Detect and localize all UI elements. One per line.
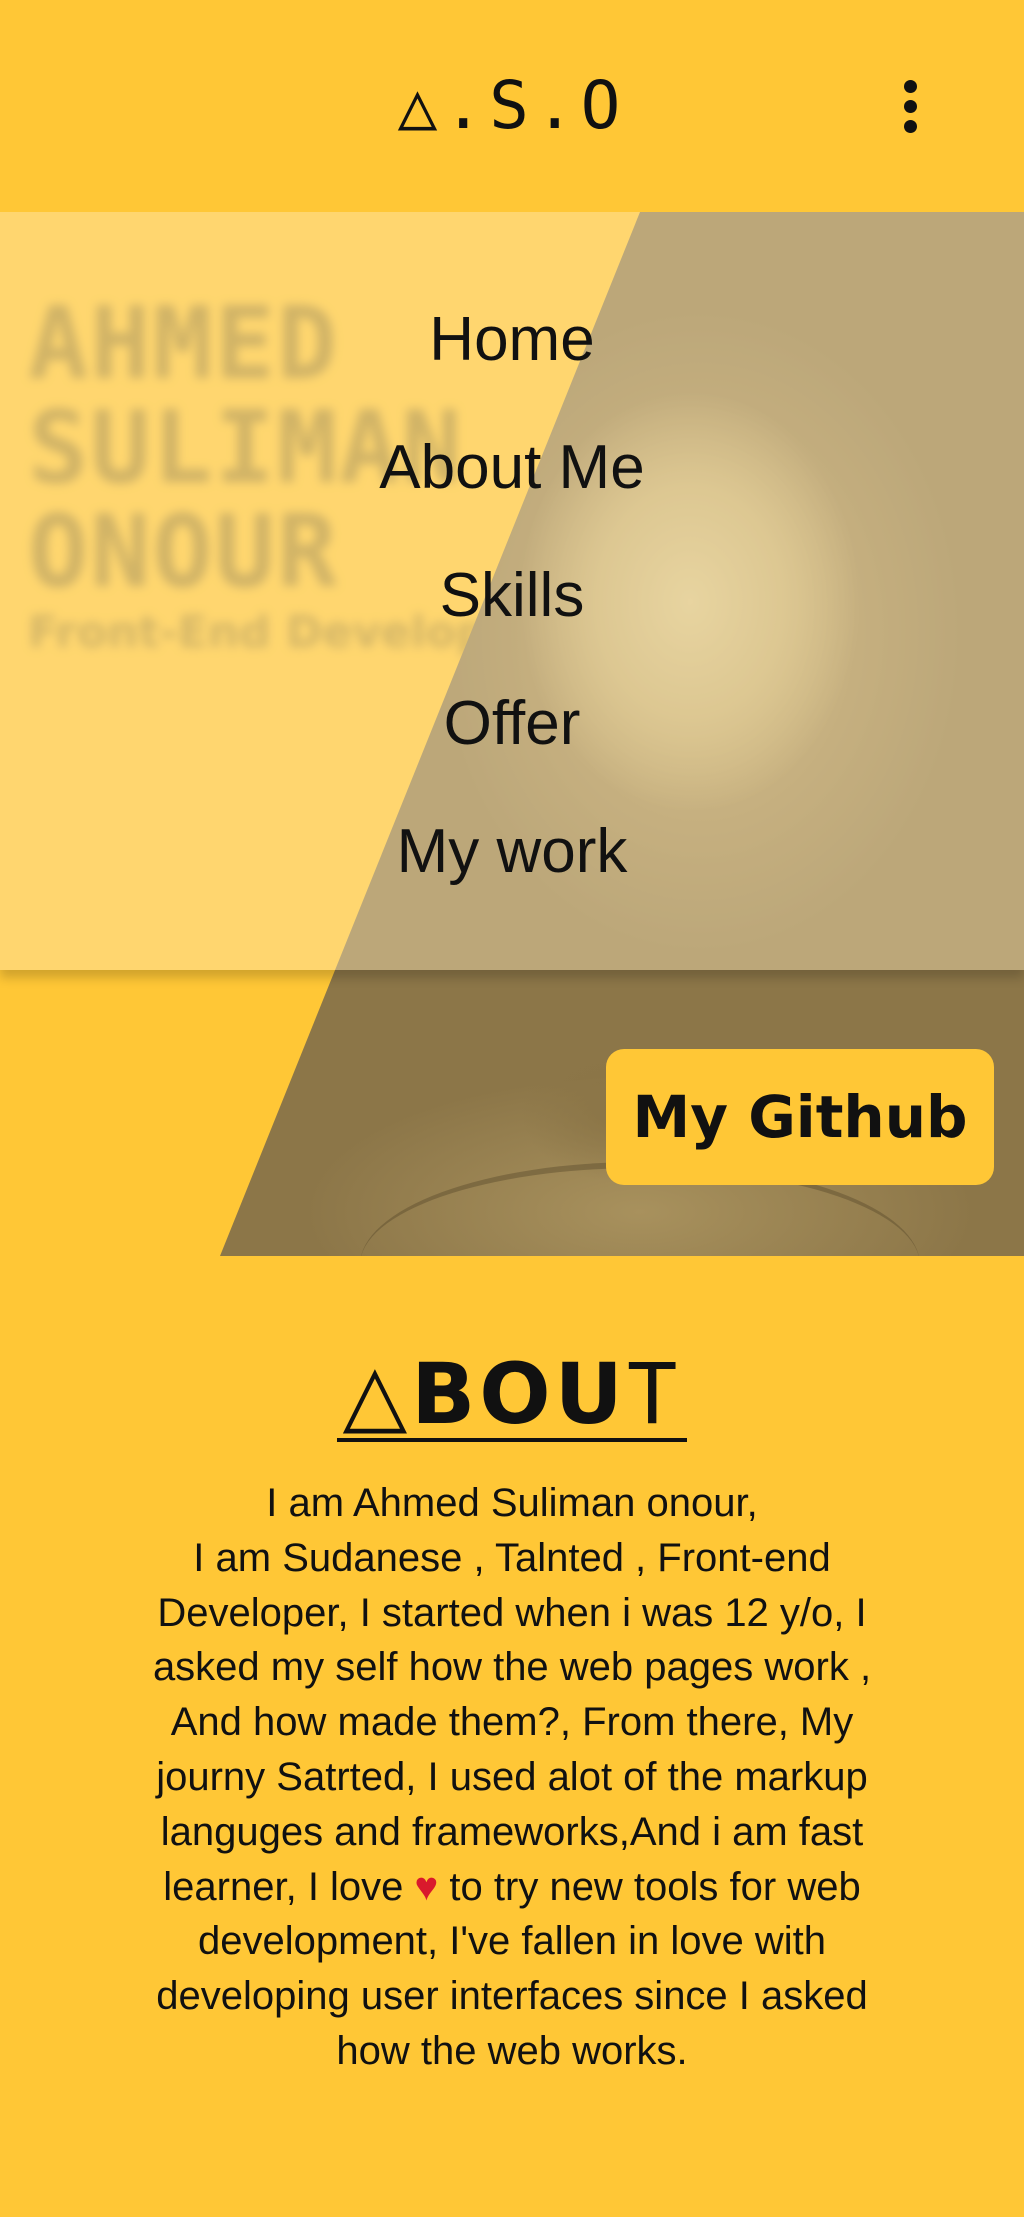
top-bar: △.S.O (0, 0, 1024, 212)
menu-dot (904, 100, 917, 113)
heart-icon: ♥ (414, 1864, 439, 1909)
nav-item-about-me[interactable]: About Me (0, 420, 1024, 548)
about-paragraph: I am Ahmed Suliman onour, I am Sudanese … (125, 1476, 899, 2079)
about-title: △BOUT (0, 1352, 1024, 1442)
nav-item-home[interactable]: Home (0, 292, 1024, 420)
about-text-before-heart: I am Sudanese , Talnted , Front-end Deve… (152, 1535, 872, 1909)
about-title-bold: BOU (411, 1345, 627, 1443)
about-section: △BOUT I am Ahmed Suliman onour, I am Sud… (0, 1256, 1024, 2217)
github-button[interactable]: My Github (606, 1049, 994, 1185)
nav-item-my-work[interactable]: My work (0, 804, 1024, 932)
about-title-text: △BOUT (336, 1352, 688, 1442)
nav-item-skills[interactable]: Skills (0, 548, 1024, 676)
triangle-icon: △ (342, 1345, 412, 1443)
nav-item-offer[interactable]: Offer (0, 676, 1024, 804)
menu-dot (904, 120, 917, 133)
menu-dot (904, 80, 917, 93)
more-vertical-icon[interactable] (892, 72, 932, 140)
about-title-thin: T (626, 1345, 682, 1443)
nav-menu: Home About Me Skills Offer My work (0, 212, 1024, 970)
nav-list: Home About Me Skills Offer My work (0, 292, 1024, 932)
site-logo[interactable]: △.S.O (0, 70, 1024, 142)
about-line-1: I am Ahmed Suliman onour, (266, 1481, 758, 1525)
hero-section: AHMED SULIMAN ONOUR Front-End Developer … (0, 212, 1024, 1256)
